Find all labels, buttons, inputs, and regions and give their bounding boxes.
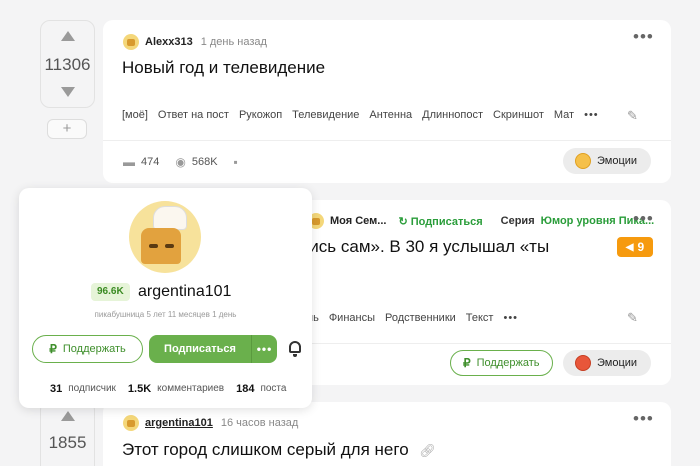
post1-author[interactable]: Alexx313 [145, 36, 193, 48]
support-label: Поддержать [62, 343, 126, 355]
posts-label: поста [260, 383, 287, 394]
emoji-icon [575, 355, 591, 371]
profile-popup: 96.6K argentina101 пикабушница 5 лет 11 … [19, 188, 312, 408]
subscribers-label: подписчик [68, 383, 116, 394]
post3-rating: 1855 [48, 433, 87, 452]
save-icon[interactable]: ▪ [234, 155, 238, 169]
comments-count: 1.5K [127, 383, 152, 395]
post2-support-button[interactable]: ₽ Поддержать [450, 350, 553, 376]
tag[interactable]: [моё] [122, 109, 148, 121]
pencil-icon[interactable]: ✎ [627, 108, 638, 124]
profile-support-button[interactable]: ₽ Поддержать [32, 335, 143, 363]
series-label: Серия [500, 215, 535, 227]
tags-more-dots-icon[interactable]: ••• [503, 312, 518, 324]
eye-icon: ◉ [175, 155, 186, 169]
post2-emotions-button[interactable]: Эмоции [563, 350, 652, 376]
post3-title[interactable]: Этот город слишком серый для него 🔗︎ [122, 440, 436, 460]
tags-more-dots-icon[interactable]: ••• [584, 109, 599, 121]
bell-icon[interactable] [289, 341, 301, 357]
post3-meta: argentina101 16 часов назад [123, 415, 298, 431]
downvote-arrow-icon[interactable] [60, 87, 75, 97]
subscribe-label: Подписаться [410, 215, 483, 228]
profile-rating-badge: 96.6K [91, 283, 130, 301]
post1-card: Alexx313 1 день назад ••• Новый год и те… [103, 20, 671, 183]
subscribe-label: Подписаться [164, 343, 236, 355]
post2-community[interactable]: Моя Сем... [330, 215, 386, 227]
support-label: Поддержать [476, 357, 540, 369]
comment-icon[interactable]: ▬ [123, 155, 135, 169]
tag[interactable]: Скриншот [493, 109, 544, 121]
eye-shape [149, 244, 158, 248]
post2-more-dots-icon[interactable]: ••• [633, 210, 654, 227]
emotions-label: Эмоции [597, 357, 638, 369]
post3-author[interactable]: argentina101 [145, 417, 213, 429]
profile-avatar[interactable] [129, 201, 201, 273]
tag[interactable]: Текст [466, 312, 494, 324]
post1-rating: 11306 [44, 55, 91, 74]
post1-views-count: 568K [191, 156, 218, 168]
subscribers-count: 31 [50, 383, 63, 395]
post3-title-text[interactable]: Этот город слишком серый для него [122, 440, 409, 459]
add-post-plus-icon[interactable]: + [47, 119, 87, 139]
tag[interactable]: Мат [554, 109, 574, 121]
megaphone-icon: ◀ [625, 241, 634, 253]
author-avatar[interactable] [123, 34, 139, 50]
divider [103, 140, 671, 141]
tag[interactable]: Длиннопост [422, 109, 483, 121]
chef-hat-shape [153, 206, 187, 230]
post1-stats: ▬ 474 ◉ 568K ▪ [123, 155, 244, 169]
upvote-arrow-icon[interactable] [60, 31, 75, 41]
tag[interactable]: Финансы [329, 312, 375, 324]
tag[interactable]: Ответ на пост [158, 109, 229, 121]
profile-stats: 31 подписчик 1.5K комментариев 184 поста [50, 383, 286, 395]
eye-shape [165, 244, 174, 248]
tag[interactable]: Родственники [385, 312, 456, 324]
subscribe-community-link[interactable]: ↻ Подписаться [398, 215, 482, 228]
post1-tags: [моё] Ответ на пост Рукожоп Телевидение … [122, 109, 599, 121]
post3-card: argentina101 16 часов назад ••• Этот гор… [103, 402, 671, 466]
post1-title[interactable]: Новый год и телевидение [122, 58, 325, 78]
badge-count: 9 [637, 240, 645, 254]
post1-time: 1 день назад [200, 36, 267, 48]
emoji-icon [575, 153, 591, 169]
post1-more-dots-icon[interactable]: ••• [633, 28, 654, 45]
more-dots-icon[interactable]: ••• [251, 335, 277, 363]
tag[interactable]: Рукожоп [239, 109, 282, 121]
profile-subscribe-button[interactable]: Подписаться ••• [149, 335, 277, 363]
post3-more-dots-icon[interactable]: ••• [633, 410, 654, 427]
profile-subtitle: пикабушница 5 лет 11 месяцев 1 день [94, 310, 237, 319]
ruble-icon: ₽ [463, 356, 471, 370]
post1-comments-count[interactable]: 474 [141, 156, 159, 168]
post3-time: 16 часов назад [220, 417, 299, 429]
ruble-icon: ₽ [49, 342, 57, 356]
pencil-icon[interactable]: ✎ [627, 310, 638, 326]
posts-count: 184 [236, 383, 255, 395]
post1-vote-panel: 11306 [40, 20, 95, 108]
post2-meta: Моя Сем... ↻ Подписаться Серия Юмор уров… [308, 213, 654, 229]
post2-tags: нь Финансы Родственники Текст ••• [307, 312, 518, 324]
upvote-arrow-icon[interactable] [60, 411, 75, 421]
bread-shape [141, 228, 181, 264]
post1-meta: Alexx313 1 день назад [123, 34, 267, 50]
post1-emotions-button[interactable]: Эмоции [563, 148, 652, 174]
author-avatar[interactable] [123, 415, 139, 431]
tag[interactable]: Антенна [369, 109, 412, 121]
post2-title[interactable]: утись сам». В 30 я услышал «ты [293, 237, 549, 257]
link-icon[interactable]: 🔗︎ [419, 443, 436, 458]
profile-name[interactable]: argentina101 [138, 283, 231, 301]
tag[interactable]: Телевидение [292, 109, 359, 121]
comments-label: комментариев [157, 383, 225, 394]
rating-badge[interactable]: ◀ 9 [617, 237, 653, 257]
post3-vote-panel: 1855 [40, 400, 95, 466]
emotions-label: Эмоции [597, 155, 638, 167]
